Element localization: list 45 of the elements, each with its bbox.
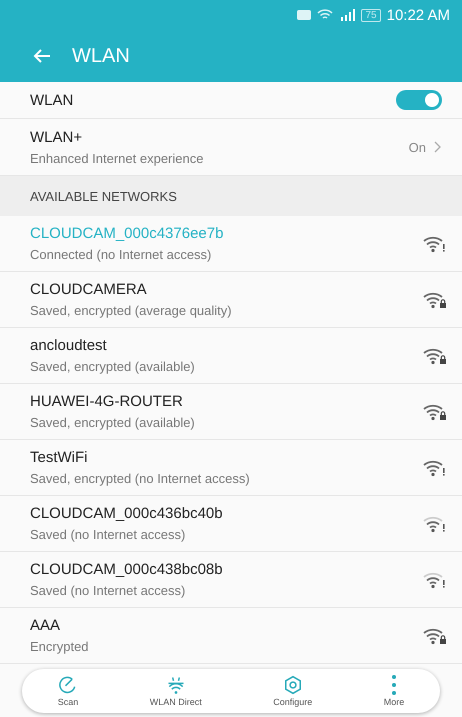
network-item[interactable]: CLOUDCAM_000c4376ee7b Connected (no Internet access)	[0, 216, 462, 272]
network-item[interactable]: AAA Encrypted	[0, 608, 462, 664]
network-name: HUAWEI-4G-ROUTER	[30, 393, 184, 410]
toolbar-button[interactable]: Configure	[267, 673, 318, 709]
network-name: CLOUDCAM_000c4376ee7b	[30, 225, 224, 242]
chevron-right-icon	[434, 141, 442, 153]
toolbar-button[interactable]: WLAN Direct	[144, 673, 208, 709]
network-name: ancloudtest	[30, 337, 108, 354]
network-item[interactable]: CLOUDCAMERA Saved, encrypted (average quality)	[0, 272, 462, 328]
hd-icon	[297, 10, 312, 20]
page-title: WLAN	[72, 44, 130, 68]
network-status: Saved (no Internet access)	[30, 583, 186, 598]
wlan-plus-subtitle: Enhanced Internet experience	[30, 150, 204, 166]
network-item[interactable]: CLOUDCAM_000c438bc08b Saved (no Internet access)	[0, 552, 462, 608]
wlan-label: WLAN	[30, 92, 74, 108]
network-status: Saved, encrypted (average quality)	[30, 303, 233, 318]
battery-icon: 75	[361, 8, 381, 22]
network-name: CLOUDCAMERA	[30, 281, 148, 298]
section-header: AVAILABLE NETWORKS	[0, 176, 462, 216]
wifi-icon	[317, 9, 334, 21]
network-status: Saved, encrypted (available)	[30, 415, 196, 430]
wifi-direct-icon	[166, 675, 186, 695]
clock-time: 10:22 AM	[386, 6, 450, 24]
network-name: CLOUDCAM_000c436bc40b	[30, 505, 224, 522]
more-icon	[392, 675, 396, 695]
toolbar-button[interactable]: Scan	[52, 673, 84, 709]
refresh-icon	[58, 675, 78, 695]
network-status: Encrypted	[30, 639, 90, 654]
settings-icon	[282, 675, 303, 695]
network-item[interactable]: CLOUDCAM_000c436bc40b Saved (no Internet access)	[0, 496, 462, 552]
network-status: Saved, encrypted (no Internet access)	[30, 471, 251, 486]
network-status: Saved, encrypted (available)	[30, 359, 196, 374]
wlan-plus-value: On	[408, 140, 426, 154]
network-name: TestWiFi	[30, 449, 88, 466]
wlan-plus-title: WLAN+	[30, 128, 84, 146]
network-item[interactable]: HUAWEI-4G-ROUTER Saved, encrypted (available)	[0, 384, 462, 440]
network-item[interactable]: ancloudtest Saved, encrypted (available)	[0, 328, 462, 384]
toolbar-button[interactable]: More	[378, 673, 410, 709]
network-name: AAA	[30, 617, 62, 634]
wlan-switch[interactable]	[396, 90, 442, 110]
signal-icon	[339, 9, 356, 21]
network-name: CLOUDCAM_000c438bc08b	[30, 561, 224, 578]
network-item[interactable]: TestWiFi Saved, encrypted (no Internet access)	[0, 440, 462, 496]
network-status: Saved (no Internet access)	[30, 527, 186, 542]
network-status: Connected (no Internet access)	[30, 247, 212, 262]
